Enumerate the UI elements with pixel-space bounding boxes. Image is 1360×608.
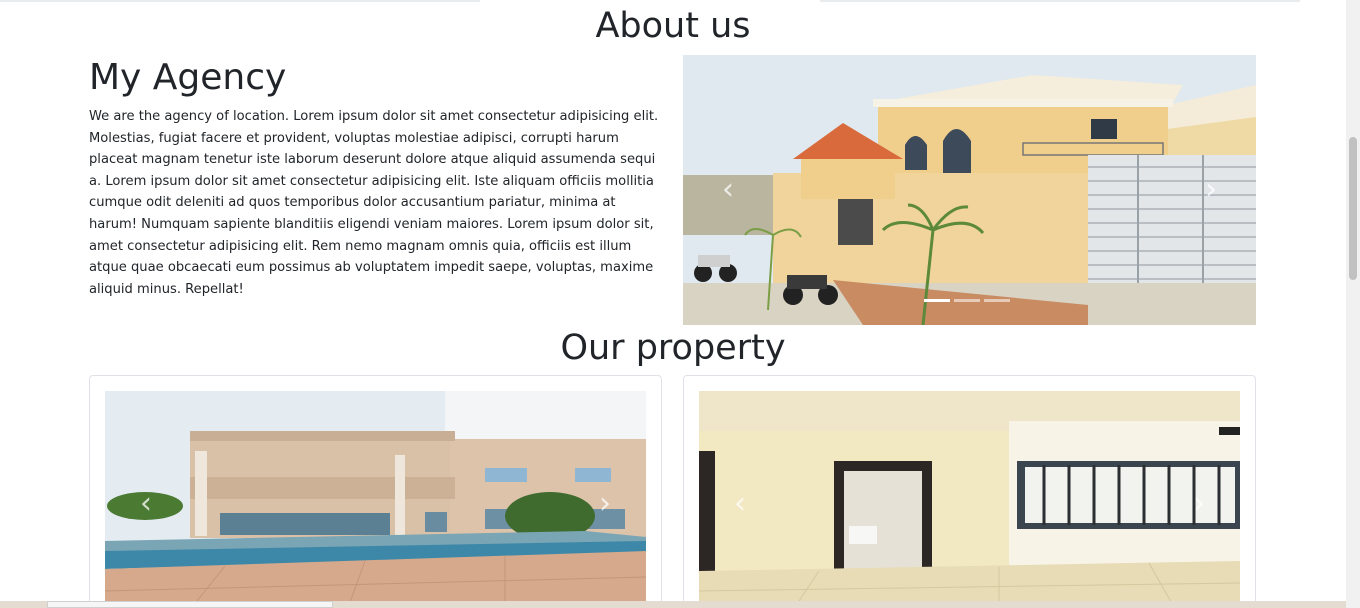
carousel-next-button[interactable]: › (1190, 488, 1208, 518)
agency-title: My Agency (89, 57, 287, 98)
carousel-indicator[interactable] (984, 299, 1010, 302)
property-card: ‹ › (683, 375, 1256, 608)
taskbar-strip (0, 601, 1346, 608)
carousel-prev-button[interactable]: ‹ (719, 175, 737, 205)
carousel-prev-button[interactable]: ‹ (731, 488, 749, 518)
villa-image (683, 55, 1256, 325)
top-divider (0, 0, 1346, 2)
property-carousel: ‹ › (699, 391, 1240, 608)
about-carousel: ‹ › (683, 55, 1256, 325)
carousel-next-button[interactable]: › (596, 488, 614, 518)
carousel-indicator[interactable] (954, 299, 980, 302)
property-carousel: ‹ › (105, 391, 646, 608)
page-scrollbar[interactable] (1346, 0, 1360, 608)
property-interior-image (699, 391, 1240, 608)
carousel-indicator[interactable] (924, 299, 950, 302)
property-house-image (105, 391, 646, 608)
taskbar-segment (47, 601, 333, 608)
section-title-property: Our property (560, 328, 786, 368)
section-title-about: About us (595, 6, 751, 46)
agency-description: We are the agency of location. Lorem ips… (89, 109, 659, 297)
property-card: ‹ › (89, 375, 662, 608)
scrollbar-thumb[interactable] (1349, 137, 1357, 280)
carousel-indicators (924, 299, 1010, 302)
carousel-prev-button[interactable]: ‹ (137, 488, 155, 518)
carousel-next-button[interactable]: › (1202, 175, 1220, 205)
